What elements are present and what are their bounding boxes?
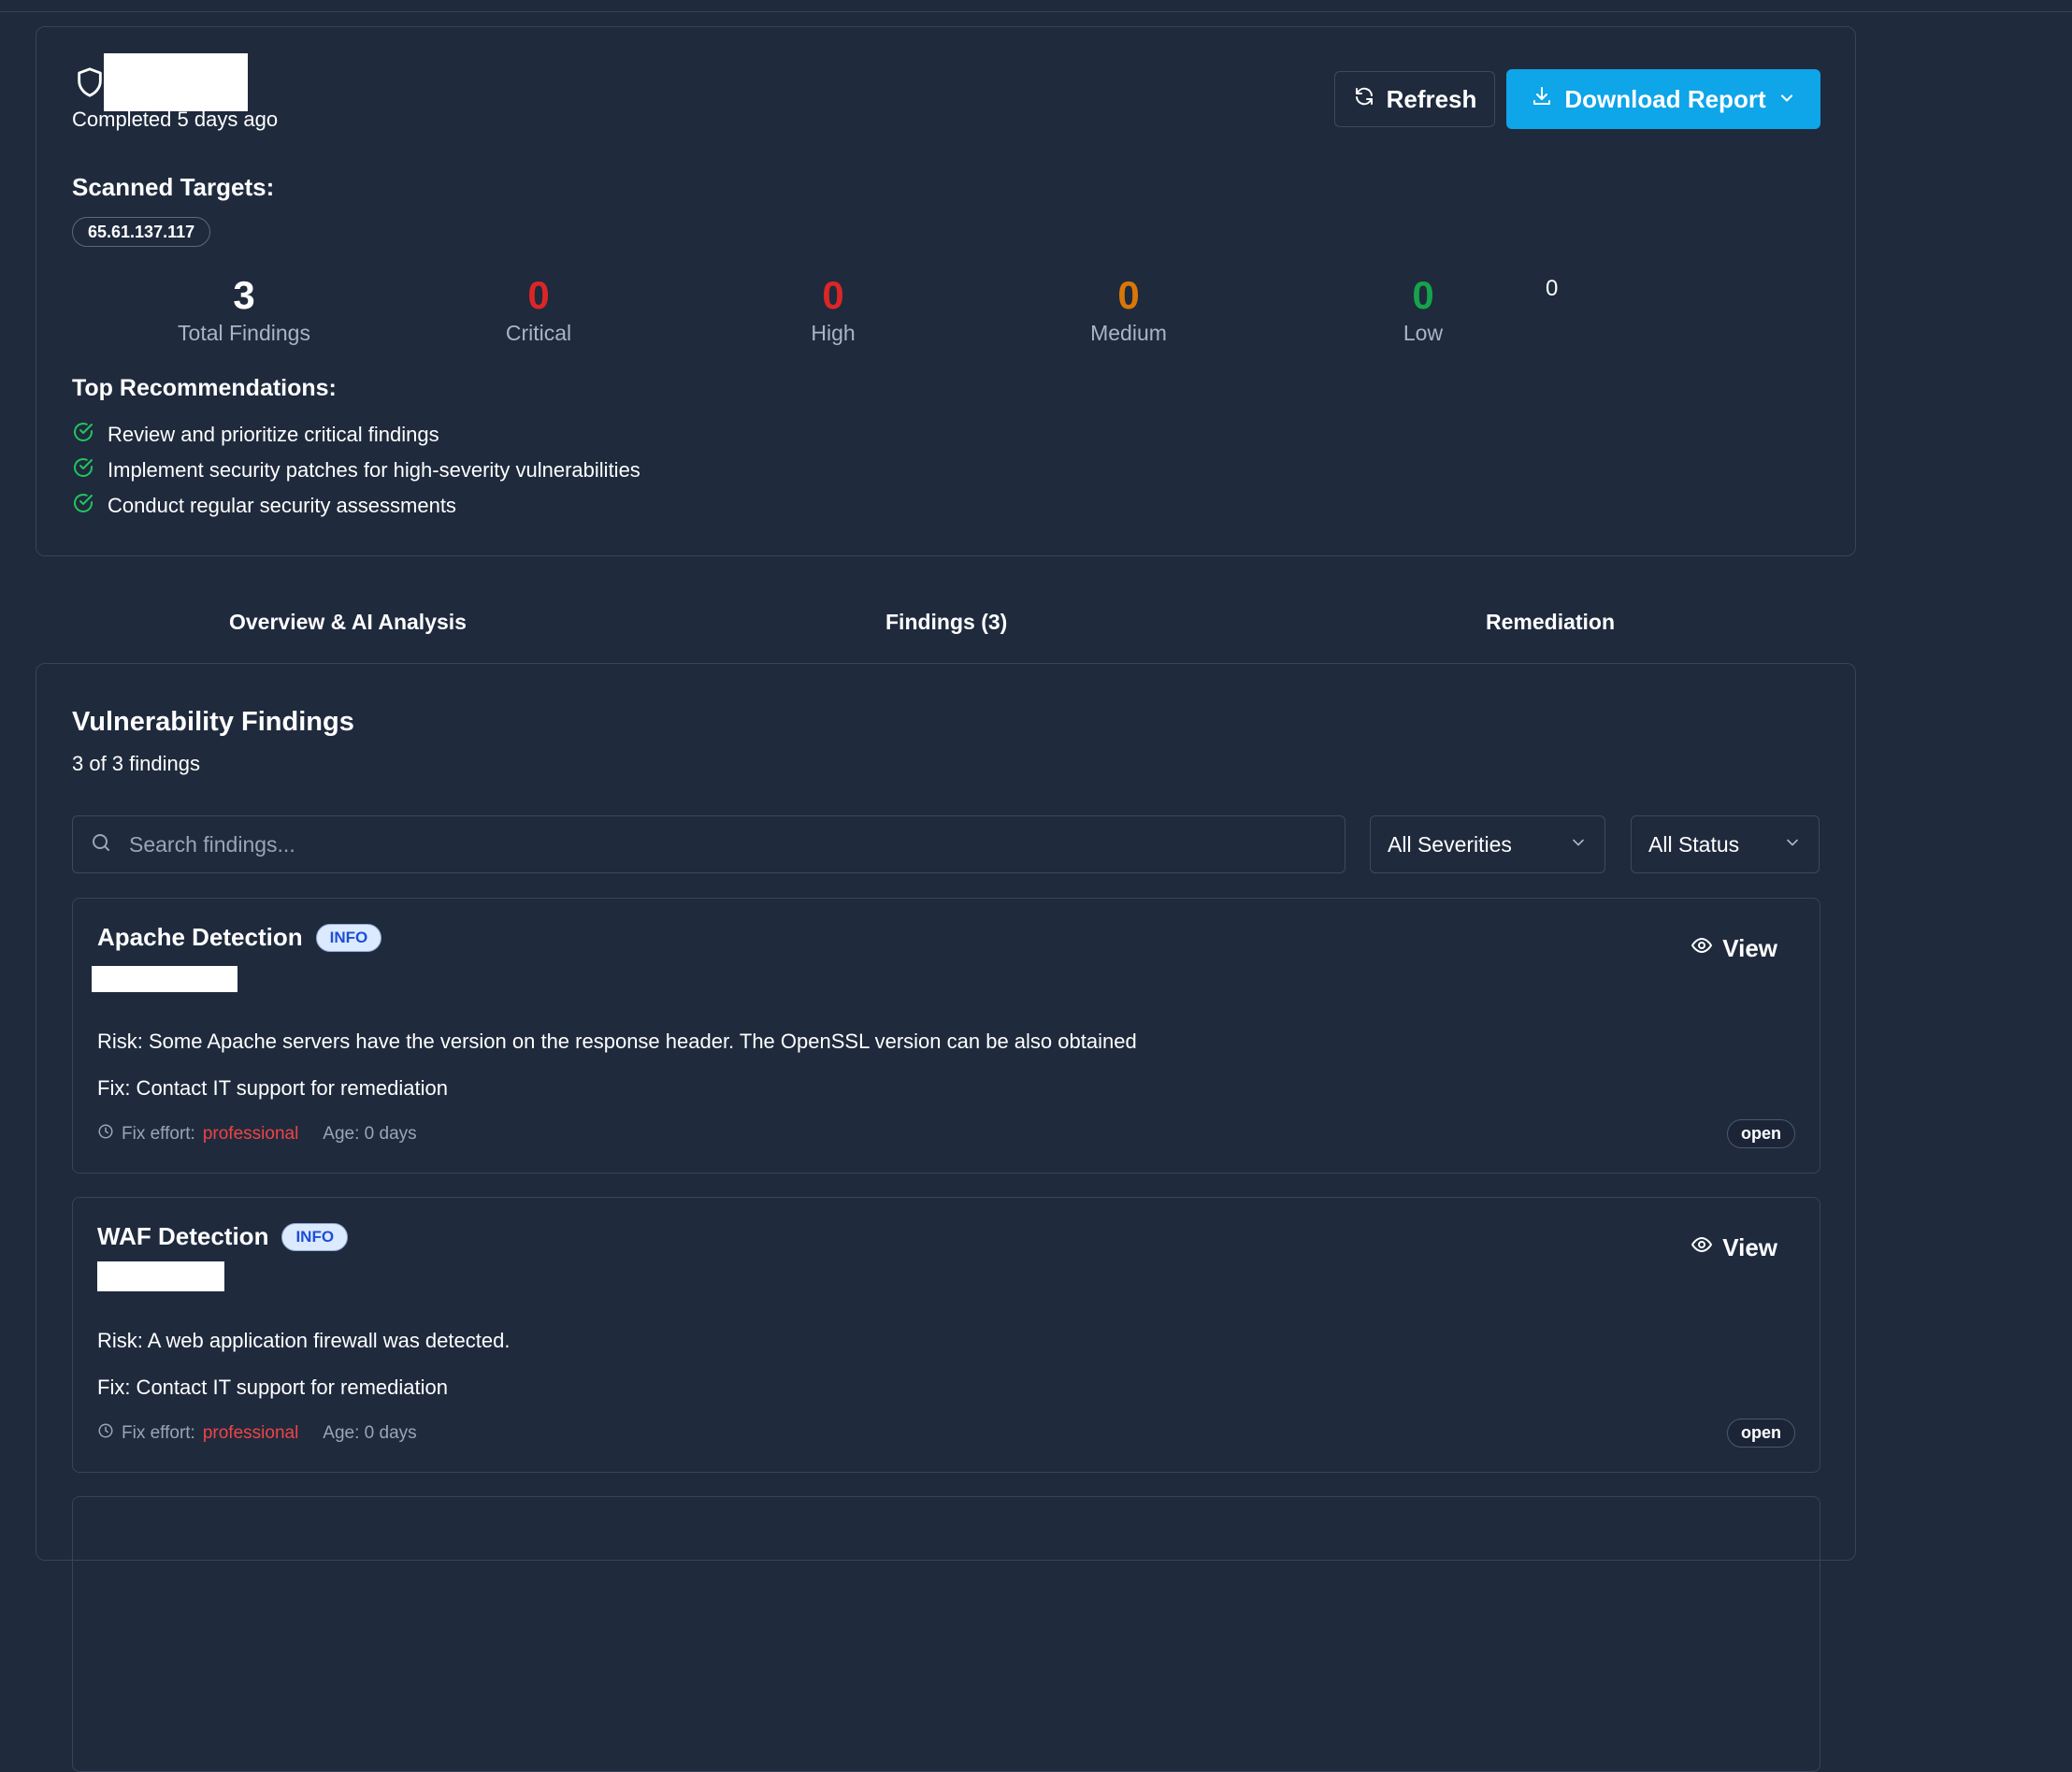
stat-high: 0 High [730,272,936,346]
finding-fix: Fix: Contact IT support for remediation [97,1076,448,1100]
recommendation-item: Implement security patches for high-seve… [72,456,640,484]
finding-meta: Fix effort: professional Age: 0 days [97,1422,417,1445]
top-divider [0,0,2072,12]
severity-filter-select[interactable]: All Severities [1370,815,1605,873]
chevron-down-icon [1569,832,1588,857]
finding-meta: Fix effort: professional Age: 0 days [97,1123,417,1145]
fix-effort-value: professional [202,1423,299,1443]
stat-critical: 0 Critical [436,272,641,346]
download-icon [1531,85,1553,114]
scanned-targets-heading: Scanned Targets: [72,173,275,201]
finding-risk: Risk: A web application firewall was det… [97,1329,511,1352]
stat-low-value: 0 [1412,273,1434,317]
stat-critical-value: 0 [527,273,550,317]
recommendation-item: Conduct regular security assessments [72,492,456,520]
status-filter-select[interactable]: All Status [1631,815,1820,873]
view-label: View [1722,934,1777,962]
recommendations-heading: Top Recommendations: [72,375,337,401]
finding-risk: Risk: Some Apache servers have the versi… [97,1030,1137,1053]
fix-effort-label: Fix effort: [122,1124,195,1144]
recommendation-text: Implement security patches for high-seve… [108,458,640,482]
findings-count: 3 of 3 findings [72,752,200,775]
severity-badge: INFO [281,1222,349,1251]
stat-medium-value: 0 [1117,273,1140,317]
finding-age: Age: 0 days [323,1423,417,1443]
stat-low-label: Low [1403,321,1444,345]
refresh-icon [1353,85,1375,114]
redacted-target [97,1261,224,1291]
refresh-button[interactable]: Refresh [1334,71,1495,127]
stat-low: 0 Low [1320,272,1526,346]
finding-card: WAF Detection INFO View Risk: A web appl… [72,1197,1820,1473]
status-badge: open [1727,1419,1795,1448]
stat-critical-label: Critical [505,321,572,345]
redacted-scan-name [104,53,248,111]
search-input[interactable] [127,830,1345,858]
view-button[interactable]: View [1691,1233,1777,1262]
finding-card: Apache Detection INFO View Risk: Some Ap… [72,898,1820,1174]
check-circle-icon [72,456,94,484]
tab-findings[interactable]: Findings (3) [885,610,1007,635]
download-report-button[interactable]: Download Report [1506,69,1820,129]
stat-high-value: 0 [822,273,844,317]
stat-medium: 0 Medium [1026,272,1231,346]
finding-age: Age: 0 days [323,1124,417,1144]
findings-card: Vulnerability Findings 3 of 3 findings A… [36,663,1856,1772]
findings-title: Vulnerability Findings [72,707,354,737]
eye-icon [1691,1233,1713,1262]
stat-total: 3 Total Findings [141,272,347,346]
recommendation-text: Review and prioritize critical findings [108,423,439,446]
chevron-down-icon [1777,85,1796,114]
finding-title-row: Apache Detection INFO [97,923,382,952]
clock-icon [97,1422,114,1445]
finding-title: Apache Detection [97,923,303,951]
stat-medium-label: Medium [1090,321,1167,345]
finding-card [72,1496,1820,1772]
severity-badge: INFO [315,923,382,952]
check-circle-icon [72,421,94,449]
download-label: Download Report [1564,84,1766,113]
finding-title-row: WAF Detection INFO [97,1222,349,1251]
completed-time: Completed 5 days ago [72,108,279,131]
stat-high-label: High [811,321,856,345]
search-icon [90,831,112,858]
redacted-target [92,966,237,992]
refresh-label: Refresh [1386,84,1477,113]
clock-icon [97,1123,114,1145]
severity-filter-value: All Severities [1388,831,1512,857]
tab-overview[interactable]: Overview & AI Analysis [229,610,467,635]
stat-total-value: 3 [233,273,255,317]
status-filter-value: All Status [1648,831,1740,857]
tab-remediation[interactable]: Remediation [1486,610,1615,635]
chevron-down-icon [1783,832,1802,857]
view-label: View [1722,1233,1777,1261]
finding-title: WAF Detection [97,1222,269,1250]
finding-fix: Fix: Contact IT support for remediation [97,1376,448,1399]
fix-effort-label: Fix effort: [122,1423,195,1443]
check-circle-icon [72,492,94,520]
recommendation-item: Review and prioritize critical findings [72,421,439,449]
eye-icon [1691,934,1713,963]
scan-summary-card: Completed 5 days ago Refresh Download Re… [36,26,1856,556]
recommendation-text: Conduct regular security assessments [108,494,456,517]
target-chip: 65.61.137.117 [72,217,211,247]
view-button[interactable]: View [1691,934,1777,963]
stat-extra-value: 0 [1546,276,1559,301]
shield-icon [74,65,106,105]
stat-total-label: Total Findings [178,321,310,345]
status-badge: open [1727,1119,1795,1148]
search-box[interactable] [72,815,1345,873]
fix-effort-value: professional [202,1124,299,1144]
